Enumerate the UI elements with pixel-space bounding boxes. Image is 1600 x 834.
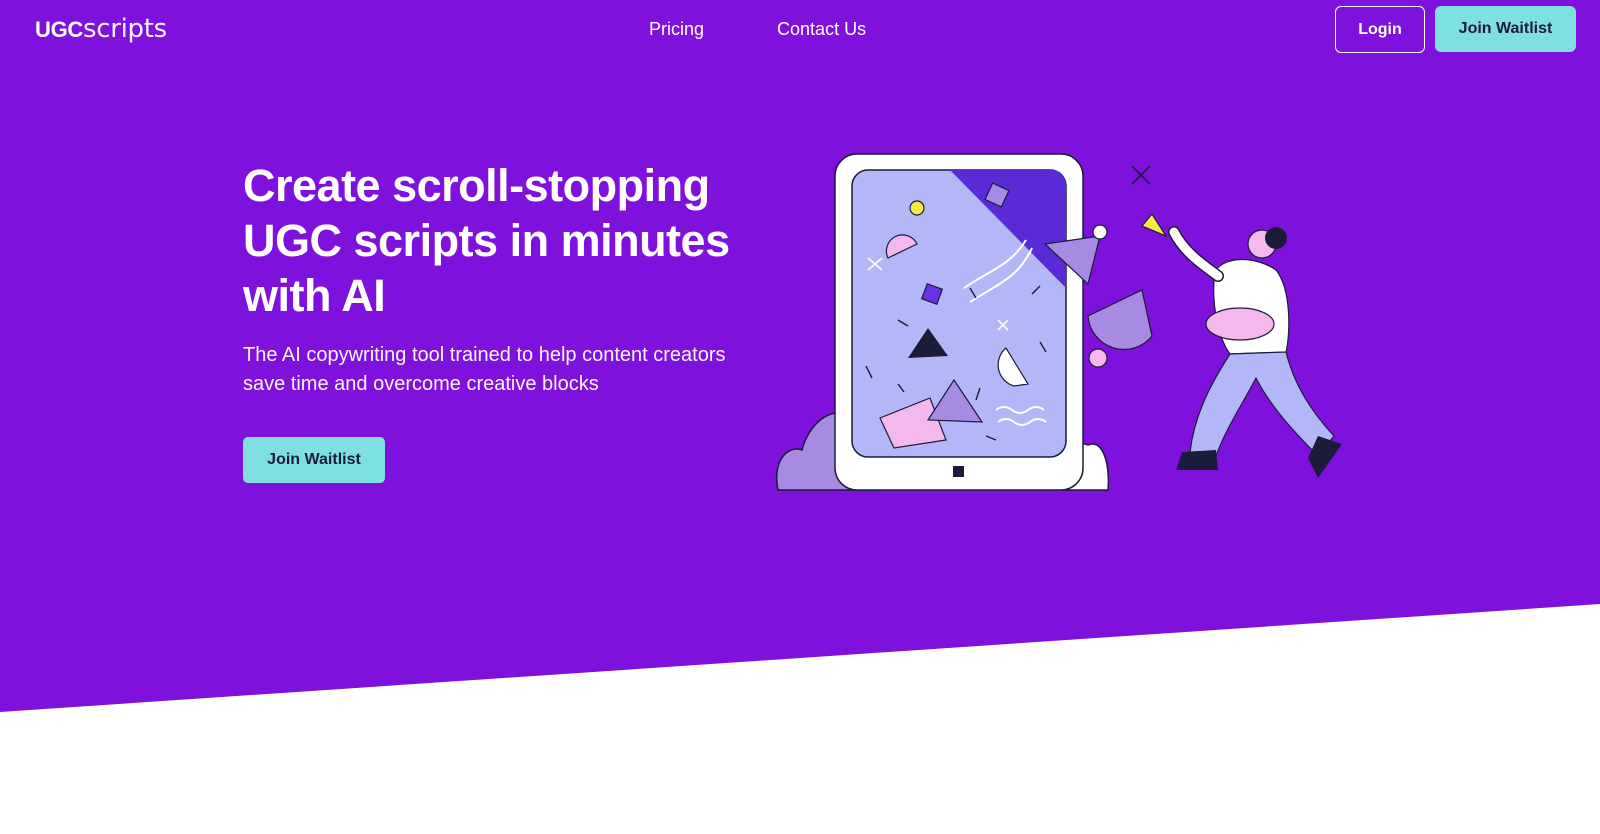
hero-subtitle: The AI copywriting tool trained to help … <box>243 344 726 395</box>
tablet-with-shapes-and-woman-illustration <box>776 153 1342 491</box>
nav-link-pricing[interactable]: Pricing <box>649 17 704 41</box>
nav-links: Pricing Contact Us <box>649 17 866 41</box>
logo-light-text: scripts <box>83 14 167 44</box>
top-navigation: UGCscripts Pricing Contact Us Login Join… <box>0 0 1600 58</box>
join-waitlist-nav-button[interactable]: Join Waitlist <box>1435 6 1576 52</box>
hero-title: Create scroll-stopping UGC scripts in mi… <box>243 160 730 321</box>
logo[interactable]: UGCscripts <box>35 12 167 46</box>
login-button[interactable]: Login <box>1335 6 1425 53</box>
join-waitlist-hero-button[interactable]: Join Waitlist <box>243 437 385 483</box>
logo-bold-text: UGC <box>35 17 83 42</box>
nav-link-contact-us[interactable]: Contact Us <box>777 17 866 41</box>
